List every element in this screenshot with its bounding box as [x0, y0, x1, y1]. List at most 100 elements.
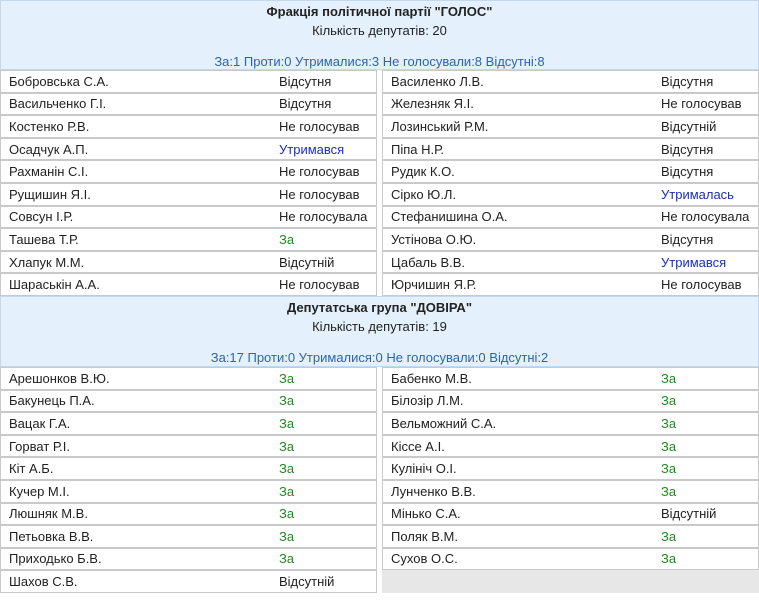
table-row: Бакунець П.А. За Білозір Л.М. За	[0, 389, 759, 413]
deputy-cell: Осадчук А.П. Утримався	[0, 137, 377, 161]
vote-status: Відсутня	[661, 231, 714, 247]
deputy-cell: Кіт А.Б. За	[0, 457, 377, 480]
vote-status: За	[661, 483, 677, 499]
vote-status: За	[661, 528, 677, 544]
table-row: Рущишин Я.І. Не голосував Сірко Ю.Л. Утрима…	[0, 182, 759, 206]
vote-status: Не голосував	[279, 164, 360, 180]
deputy-cell: Устінова О.Ю. Відсутня	[382, 228, 759, 251]
vote-status: Утримався	[661, 254, 727, 270]
deputy-name: Петьовка В.В.	[9, 528, 94, 544]
deputy-name: Рудик К.О.	[391, 164, 455, 180]
deputy-cell: Рудик К.О. Відсутня	[382, 160, 759, 183]
table-row: Приходько Б.В. За Сухов О.С. За	[0, 547, 759, 571]
deputy-cell: Люшняк М.В. За	[0, 502, 377, 526]
deputy-name: Совсун І.Р.	[9, 209, 74, 225]
deputy-cell: Бобровська С.А. Відсутня	[0, 70, 377, 93]
deputy-name: Вацак Г.А.	[9, 415, 71, 431]
vote-status: Відсутня	[661, 164, 714, 180]
vote-status: За	[661, 438, 677, 454]
vote-status: За	[279, 506, 295, 522]
table-row: Люшняк М.В. За Мінько С.А. Відсутній	[0, 502, 759, 526]
deputy-cell: Бакунець П.А. За	[0, 389, 377, 413]
deputy-name: Рахманін С.І.	[9, 164, 89, 180]
deputy-cell: Сірко Ю.Л. Утрималась	[382, 182, 759, 206]
table-row: Рахманін С.І. Не голосував Рудик К.О. Відсу…	[0, 160, 759, 183]
deputy-name: Вельможний С.А.	[391, 415, 497, 431]
deputy-cell: Рахманін С.І. Не голосував	[0, 160, 377, 183]
deputy-name: Стефанишина О.А.	[391, 209, 508, 225]
deputy-name: Поляк В.М.	[391, 528, 458, 544]
deputy-name: Василенко Л.В.	[391, 73, 484, 89]
deputy-cell: Поляк В.М. За	[382, 525, 759, 548]
deputy-cell: Мінько С.А. Відсутній	[382, 502, 759, 526]
deputy-name: Горват Р.І.	[9, 438, 70, 454]
deputy-name: Костенко Р.В.	[9, 118, 90, 134]
deputy-name: Мінько С.А.	[391, 506, 461, 522]
vote-status: Відсутня	[661, 141, 714, 157]
table-row: Кучер М.І. За Лунченко В.В. За	[0, 479, 759, 503]
vote-status: Не голосував	[279, 118, 360, 134]
deputy-cell: Вацак Г.А. За	[0, 412, 377, 435]
deputy-name: Піпа Н.Р.	[391, 141, 444, 157]
deputy-name: Бабенко М.В.	[391, 370, 472, 386]
deputy-count: Кількість депутатів: 19	[312, 318, 447, 334]
deputy-cell: Кулініч О.І. За	[382, 457, 759, 480]
vote-status: За	[279, 551, 295, 567]
deputy-cell: Піпа Н.Р. Відсутня	[382, 137, 759, 161]
vote-status: Не голосував	[279, 186, 360, 202]
deputy-name: Кіссе А.І.	[391, 438, 445, 454]
deputy-name: Осадчук А.П.	[9, 141, 89, 157]
deputy-cell: Юрчишин Я.Р. Не голосував	[382, 273, 759, 296]
deputy-name: Хлапук М.М.	[9, 254, 85, 270]
table-row: Вацак Г.А. За Вельможний С.А. За	[0, 412, 759, 435]
vote-status: Відсутня	[279, 96, 332, 112]
deputy-cell: Горват Р.І. За	[0, 434, 377, 458]
table-row: Хлапук М.М. Відсутній Цабаль В.В. Утримався	[0, 250, 759, 274]
deputy-cell: Кіссе А.І. За	[382, 434, 759, 458]
empty-cell	[382, 570, 759, 593]
deputy-name: Сухов О.С.	[391, 551, 458, 567]
deputy-cell: Совсун І.Р. Не голосувала	[0, 205, 377, 229]
faction-header: Депутатська група "ДОВІРА" Кількість деп…	[0, 295, 759, 367]
deputy-name: Бакунець П.А.	[9, 393, 95, 409]
table-row: Горват Р.І. За Кіссе А.І. За	[0, 434, 759, 458]
vote-status: За	[279, 370, 295, 386]
deputy-cell: Лунченко В.В. За	[382, 479, 759, 503]
deputy-cell: Бабенко М.В. За	[382, 366, 759, 390]
vote-status: Утрималась	[661, 186, 734, 202]
vote-status: За	[279, 415, 295, 431]
deputy-name: Сірко Ю.Л.	[391, 186, 457, 202]
table-row: Бобровська С.А. Відсутня Василенко Л.В. Від…	[0, 70, 759, 93]
vote-status: За	[661, 551, 677, 567]
vote-status: Відсутня	[661, 73, 714, 89]
table-row: Арешонков В.Ю. За Бабенко М.В. За	[0, 366, 759, 390]
deputy-name: Білозір Л.М.	[391, 393, 464, 409]
vote-status: Не голосував	[661, 277, 742, 293]
deputy-name: Шахов С.В.	[9, 574, 78, 590]
vote-summary: За:1 Проти:0 Утрималися:3 Не голосували:…	[214, 54, 545, 69]
vote-status: Утримався	[279, 141, 345, 157]
table-row: Осадчук А.П. Утримався Піпа Н.Р. Відсутня	[0, 137, 759, 161]
faction-deputies-list: Арешонков В.Ю. За Бабенко М.В. За Бакунець П…	[0, 366, 759, 593]
deputy-name: Арешонков В.Ю.	[9, 370, 110, 386]
deputy-cell: Сухов О.С. За	[382, 547, 759, 571]
deputy-cell: Цабаль В.В. Утримався	[382, 250, 759, 274]
deputy-name: Железняк Я.І.	[391, 96, 474, 112]
deputy-cell: Лозинський Р.М. Відсутній	[382, 115, 759, 138]
deputy-name: Цабаль В.В.	[391, 254, 466, 270]
deputy-cell: Василенко Л.В. Відсутня	[382, 70, 759, 93]
vote-status: Не голосувала	[661, 209, 750, 225]
vote-status: За	[279, 231, 295, 247]
table-row: Костенко Р.В. Не голосував Лозинський Р.М.…	[0, 115, 759, 138]
vote-summary: За:17 Проти:0 Утрималися:0 Не голосували…	[210, 349, 549, 365]
vote-status: Відсутній	[661, 506, 717, 522]
vote-status: Відсутній	[279, 254, 335, 270]
vote-status: Відсутня	[279, 73, 332, 89]
deputy-cell: Рущишин Я.І. Не голосував	[0, 182, 377, 206]
table-row: Шараськін А.А. Не голосував Юрчишин Я.Р. Не…	[0, 273, 759, 296]
deputy-cell: Шахов С.В. Відсутній	[0, 570, 377, 593]
deputy-name: Устінова О.Ю.	[391, 231, 477, 247]
deputy-cell: Стефанишина О.А. Не голосувала	[382, 205, 759, 229]
vote-status: За	[279, 461, 295, 477]
deputy-cell: Хлапук М.М. Відсутній	[0, 250, 377, 274]
